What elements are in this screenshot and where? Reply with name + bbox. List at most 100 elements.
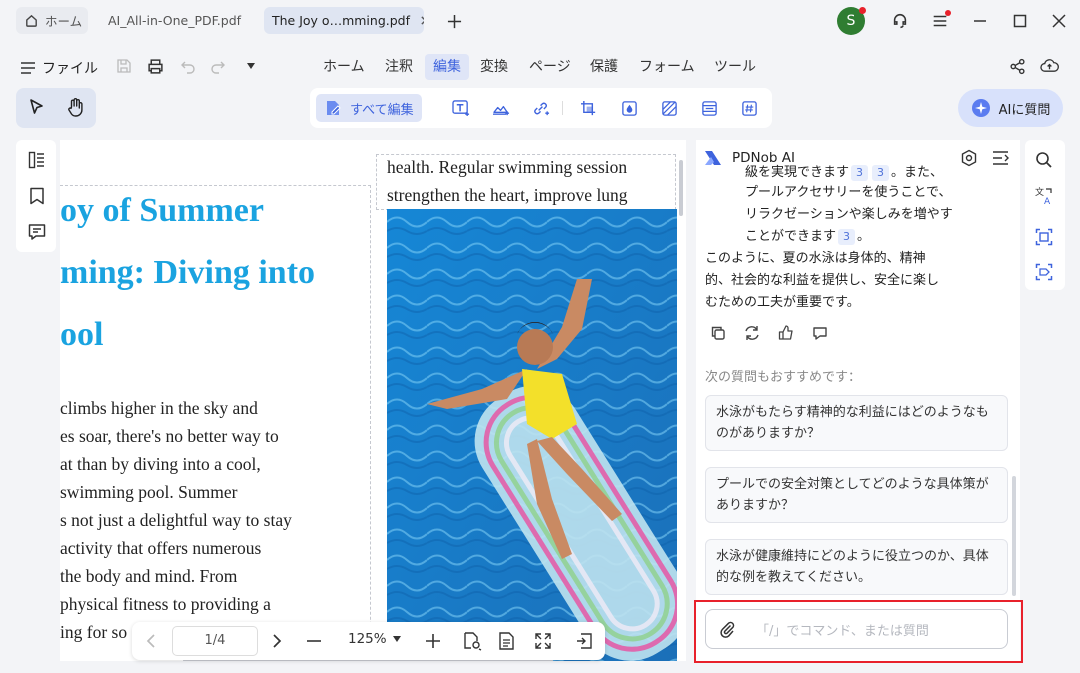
menu-annotate[interactable]: 注釈 [377,54,421,80]
ai-answer-text: 。また、 [891,165,944,180]
comments-icon[interactable] [24,219,50,245]
ai-summary-line: このように、夏の水泳は身体的、精神 [705,251,926,266]
background-icon[interactable] [656,95,682,121]
doc-body-line: ing for so [60,622,128,642]
page-navigation-bar: 1/4 125% [132,622,605,660]
fit-to-window-icon[interactable] [534,632,552,650]
page-view-settings-icon[interactable] [462,631,482,651]
doc-title-line: oy of Summer [60,192,264,229]
bookmark-icon[interactable] [24,183,50,209]
search-icon[interactable] [1031,147,1057,173]
minimize-button[interactable] [967,8,993,34]
ai-answer-line: 級を実現できます 3 3 。また、 [745,162,953,182]
edit-document-icon [324,99,342,117]
redo-icon[interactable] [210,58,226,74]
pool-photo[interactable] [387,209,677,661]
ai-summary-line: むための工夫が重要です。 [705,295,860,310]
page-number-input[interactable]: 1/4 [172,626,258,656]
file-menu[interactable]: ファイル [20,58,98,78]
add-link-icon[interactable] [528,95,554,121]
add-image-icon[interactable] [488,95,514,121]
edit-all-label: すべて編集 [350,102,414,118]
thumbs-down-icon[interactable] [812,326,828,342]
tab-document-1[interactable]: AI_All-in-One_PDF.pdf [100,7,258,34]
doc-body-line: swimming pool. Summer [60,482,238,502]
menu-convert[interactable]: 変換 [472,54,516,80]
suggested-question[interactable]: 水泳が健康維持にどのように役立つのか、具体的な例を教えてください。 [705,539,1008,595]
quick-access-dropdown-icon[interactable] [246,62,256,70]
maximize-button[interactable] [1007,8,1033,34]
copy-icon[interactable] [710,325,726,341]
cursor-tool-group [16,88,96,128]
menu-form[interactable]: フォーム [631,54,703,80]
crop-page-icon[interactable] [576,95,602,121]
screen-capture-icon[interactable] [1031,259,1057,285]
hamburger-icon [20,60,36,76]
exit-fullscreen-icon[interactable] [575,632,593,650]
close-tab-icon[interactable] [420,15,424,26]
doc-body-line: climbs higher in the sky and [60,398,258,418]
ai-summary-line: 的、社会的な利益を提供し、安全に楽し [705,273,940,288]
header-footer-icon[interactable] [696,95,722,121]
zoom-out-icon[interactable] [306,633,322,649]
ask-ai-button[interactable]: AIに質問 [958,89,1063,127]
citation-badge[interactable]: 3 [838,229,856,245]
close-window-button[interactable] [1046,8,1072,34]
translate-icon[interactable]: 文A [1031,183,1057,209]
watermark-icon[interactable] [616,95,642,121]
notification-dot [859,7,866,14]
bates-number-icon[interactable] [736,95,762,121]
menu-tools[interactable]: ツール [706,54,764,80]
main-menu-icon[interactable] [927,8,953,34]
document-viewport[interactable]: oy of Summer ming: Diving into ool climb… [60,140,686,661]
next-page-icon[interactable] [270,633,284,649]
suggested-question[interactable]: プールでの安全対策としてどのような具体策がありますか？ [705,467,1008,523]
save-icon[interactable] [116,58,132,74]
tab-label: AI_All-in-One_PDF.pdf [108,13,242,28]
chevron-down-icon [392,636,401,642]
doc-title-line: ming: Diving into [60,254,316,291]
cloud-upload-icon[interactable] [1040,57,1059,74]
support-headset-icon[interactable] [887,8,913,34]
ai-answer-line: リラクゼーションや楽しみを増やす [745,207,953,222]
edit-all-button[interactable]: すべて編集 [316,94,422,122]
menu-home[interactable]: ホーム [315,54,373,80]
citation-badge[interactable]: 3 [851,165,869,181]
ask-ai-label: AIに質問 [998,102,1051,118]
thumbnails-icon[interactable] [24,147,50,173]
ai-panel-scrollbar[interactable] [1012,476,1016,596]
doc-title-line: ool [60,316,104,353]
menu-protect[interactable]: 保護 [582,54,626,80]
suggested-question[interactable]: 水泳がもたらす精神的な利益にはどのようなものがありますか？ [705,395,1008,451]
tab-document-2[interactable]: The Joy o…mming.pdf [264,7,424,34]
collapse-panel-icon[interactable] [992,150,1009,166]
zoom-level-dropdown[interactable]: 125% [348,631,401,647]
share-icon[interactable] [1009,58,1026,75]
undo-icon[interactable] [180,58,196,74]
menu-page[interactable]: ページ [521,54,579,80]
account-avatar[interactable]: S [837,7,866,35]
new-tab-button[interactable] [441,8,467,34]
thumbs-up-icon[interactable] [778,325,794,341]
suggestions-heading: 次の質問もおすすめです： [705,370,862,385]
ocr-scan-icon[interactable] [1031,224,1057,250]
menu-edit[interactable]: 編集 [425,54,469,80]
document-scrollbar[interactable] [679,160,683,216]
ai-settings-icon[interactable] [960,149,978,167]
ai-answer-text: 。 [857,229,871,244]
zoom-in-icon[interactable] [425,633,441,649]
ai-answer-list: 級を実現できます 3 3 。また、 プールアクセサリーを使うことで、 リラクゼーション… [745,165,953,248]
select-arrow-icon[interactable] [28,98,46,116]
single-page-view-icon[interactable] [498,631,516,651]
file-menu-label: ファイル [42,61,98,77]
previous-page-icon[interactable] [144,633,158,649]
citation-badge[interactable]: 3 [872,165,890,181]
hand-tool-icon[interactable] [66,97,85,117]
ai-answer-text: ことができます [745,229,837,244]
regenerate-icon[interactable] [744,325,760,341]
add-text-icon[interactable] [448,95,474,121]
print-icon[interactable] [147,58,164,75]
input-highlight-box [694,600,1023,663]
edit-toolbar: すべて編集 [310,88,772,128]
tab-home[interactable]: ホーム [16,7,88,34]
